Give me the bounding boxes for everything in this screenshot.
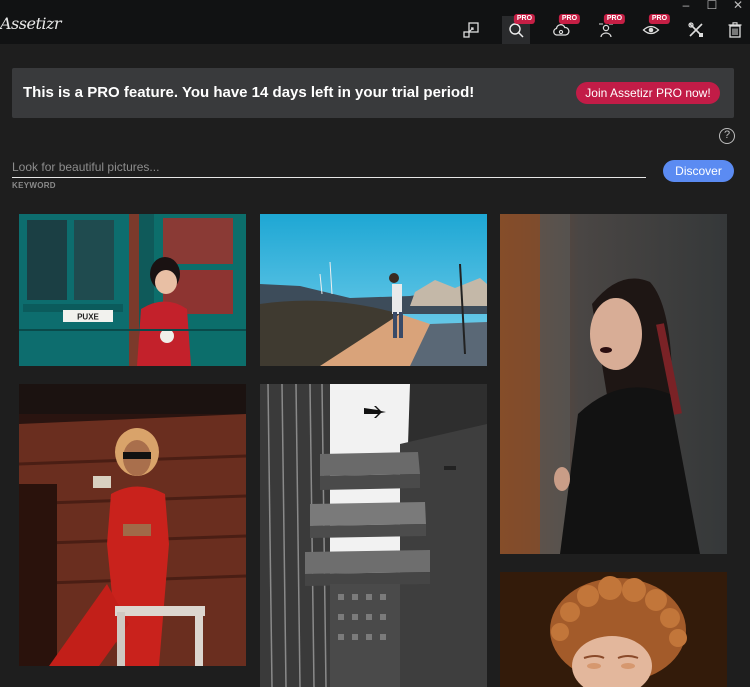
photo-woman-in-red[interactable] (19, 384, 246, 666)
cloud-button[interactable]: PRO (547, 14, 581, 44)
photo-curly-hair-portrait[interactable] (500, 572, 727, 687)
trial-message: This is a PRO feature. You have 14 days … (23, 84, 475, 101)
resize-button[interactable] (457, 16, 485, 44)
search-input[interactable] (12, 158, 646, 178)
pro-badge: PRO (648, 14, 671, 24)
app-logo: Assetizr (0, 14, 62, 33)
photo-woman-dark-lipstick[interactable] (500, 214, 727, 554)
help-icon[interactable]: ? (719, 128, 735, 144)
join-pro-button[interactable]: Join Assetizr PRO now! (576, 82, 720, 104)
maximize-icon[interactable]: ☐ (702, 0, 722, 12)
pro-trial-banner: This is a PRO feature. You have 14 days … (12, 68, 734, 118)
photo-building-airplane[interactable] (260, 384, 487, 687)
photo-photographer-on-pier[interactable] (260, 214, 487, 366)
search-button[interactable]: PRO (502, 14, 536, 44)
keyword-label: KEYWORD (12, 181, 56, 190)
close-icon[interactable]: ✕ (728, 0, 748, 12)
pro-badge: PRO (558, 14, 581, 24)
tools-button[interactable] (682, 16, 710, 44)
minimize-icon[interactable]: – (676, 0, 696, 12)
photo-girl-in-doorway[interactable]: PUXE (19, 214, 246, 366)
title-bar: Assetizr – ☐ ✕ PRO PRO PRO PRO (0, 0, 750, 44)
pro-badge: PRO (513, 14, 536, 24)
resize-icon (463, 22, 479, 38)
pro-badge: PRO (603, 14, 626, 24)
tools-icon (688, 22, 703, 37)
trash-button[interactable] (722, 16, 748, 44)
preview-button[interactable]: PRO (637, 14, 671, 44)
puxe-sign-text: PUXE (77, 313, 99, 322)
discover-button[interactable]: Discover (663, 160, 734, 182)
trash-icon (728, 22, 742, 38)
text-overlay-button[interactable]: PRO (592, 14, 626, 44)
